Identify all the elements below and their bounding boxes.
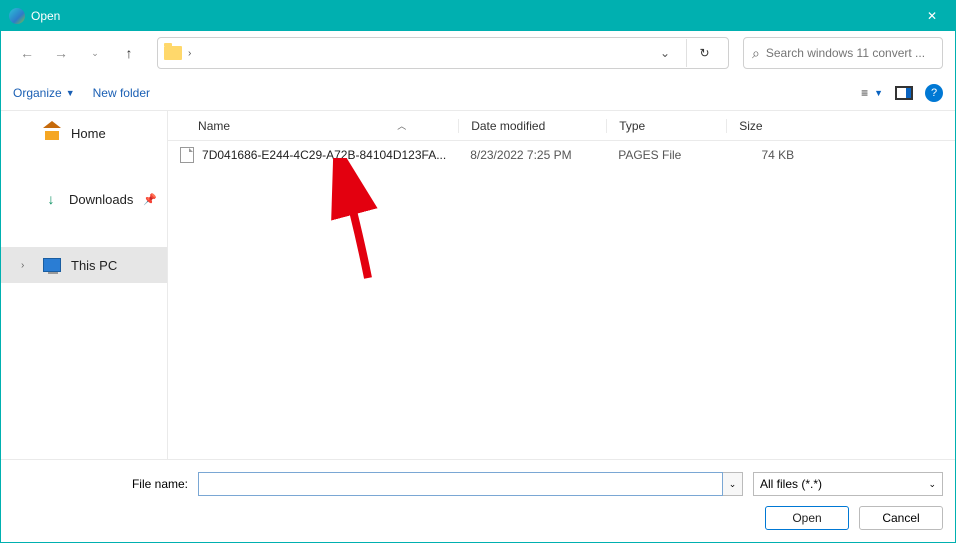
- download-icon: [43, 192, 59, 206]
- footer: File name: ⌄ All files (*.*) ⌄ Open Canc…: [1, 459, 955, 542]
- preview-pane-button[interactable]: [895, 86, 913, 100]
- column-headers: Name ︿ Date modified Type Size: [168, 111, 955, 141]
- filter-label: All files (*.*): [760, 477, 822, 491]
- search-icon: [752, 45, 760, 62]
- filename-input[interactable]: [198, 472, 723, 496]
- open-button[interactable]: Open: [765, 506, 849, 530]
- edge-icon: [9, 8, 25, 24]
- address-dropdown[interactable]: ⌄: [654, 46, 676, 60]
- list-icon: ≡: [861, 86, 868, 100]
- up-button[interactable]: ↑: [115, 39, 143, 67]
- toolbar: Organize ▼ New folder ≡ ▼ ?: [1, 75, 955, 111]
- sidebar: Home Downloads 📌 › This PC: [1, 111, 168, 459]
- file-size: 74 KB: [726, 148, 806, 162]
- view-options-button[interactable]: ≡ ▼: [861, 86, 883, 100]
- back-button[interactable]: ←: [13, 39, 41, 67]
- chevron-down-icon: ▼: [874, 88, 883, 98]
- folder-icon: [164, 46, 182, 60]
- chevron-down-icon: ▼: [66, 88, 75, 98]
- cancel-button[interactable]: Cancel: [859, 506, 943, 530]
- nav-bar: ← → ⌄ ↑ › ⌄ ↻: [1, 31, 955, 75]
- organize-label: Organize: [13, 86, 62, 100]
- file-icon: [180, 147, 194, 163]
- column-name-label: Name: [198, 119, 230, 133]
- file-date: 8/23/2022 7:25 PM: [458, 148, 606, 162]
- close-button[interactable]: [909, 1, 955, 31]
- titlebar[interactable]: Open: [1, 1, 955, 31]
- help-button[interactable]: ?: [925, 84, 943, 102]
- expand-icon[interactable]: ›: [21, 260, 33, 271]
- sidebar-item-this-pc[interactable]: › This PC: [1, 247, 167, 283]
- chevron-down-icon: ⌄: [928, 479, 936, 490]
- file-name: 7D041686-E244-4C29-A72B-84104D123FA...: [202, 148, 458, 162]
- search-input[interactable]: [766, 46, 934, 60]
- window-title: Open: [31, 9, 909, 23]
- search-box[interactable]: [743, 37, 943, 69]
- column-date[interactable]: Date modified: [458, 119, 606, 133]
- sidebar-item-label: This PC: [71, 258, 117, 273]
- column-size[interactable]: Size: [726, 119, 806, 133]
- filename-dropdown[interactable]: ⌄: [723, 472, 743, 496]
- file-listing: Name ︿ Date modified Type Size 7D041686-…: [168, 111, 955, 459]
- close-icon: [927, 9, 937, 23]
- column-type[interactable]: Type: [606, 119, 726, 133]
- sidebar-item-home[interactable]: Home: [1, 115, 167, 151]
- column-name[interactable]: Name ︿: [168, 119, 458, 133]
- file-type: PAGES File: [606, 148, 726, 162]
- pc-icon: [43, 258, 61, 272]
- new-folder-label: New folder: [93, 86, 150, 100]
- new-folder-button[interactable]: New folder: [93, 86, 150, 100]
- address-bar[interactable]: › ⌄ ↻: [157, 37, 729, 69]
- refresh-button[interactable]: ↻: [686, 39, 722, 67]
- forward-button[interactable]: →: [47, 39, 75, 67]
- recent-dropdown[interactable]: ⌄: [81, 39, 109, 67]
- file-type-filter[interactable]: All files (*.*) ⌄: [753, 472, 943, 496]
- sort-indicator: ︿: [397, 119, 406, 132]
- breadcrumb-caret[interactable]: ›: [188, 48, 191, 59]
- sidebar-item-label: Home: [71, 126, 106, 141]
- file-row[interactable]: 7D041686-E244-4C29-A72B-84104D123FA... 8…: [168, 141, 955, 169]
- organize-menu[interactable]: Organize ▼: [13, 86, 75, 100]
- pin-icon: 📌: [143, 193, 157, 206]
- sidebar-item-label: Downloads: [69, 192, 133, 207]
- sidebar-item-downloads[interactable]: Downloads 📌: [1, 181, 167, 217]
- filename-label: File name:: [13, 477, 188, 491]
- home-icon: [43, 126, 61, 140]
